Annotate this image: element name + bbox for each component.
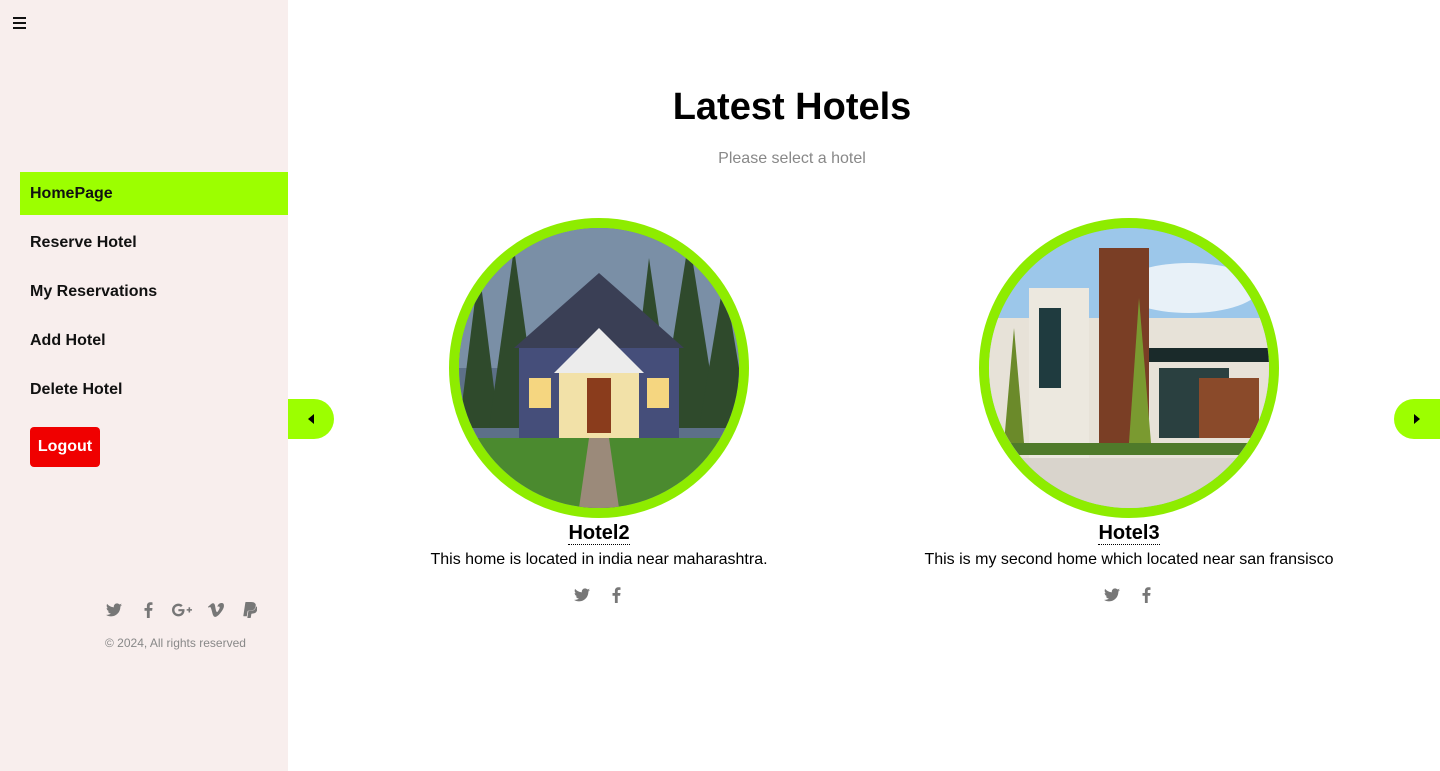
footer-social-links bbox=[104, 600, 260, 620]
logout-button[interactable]: Logout bbox=[30, 427, 100, 467]
main-content: Latest Hotels Please select a hotel Hote… bbox=[288, 0, 1440, 771]
carousel-prev-button[interactable] bbox=[288, 399, 334, 439]
twitter-icon[interactable] bbox=[104, 600, 124, 620]
sidebar-item-delete-hotel[interactable]: Delete Hotel bbox=[20, 368, 288, 411]
twitter-icon[interactable] bbox=[1102, 585, 1122, 605]
hotel-name-link[interactable]: Hotel3 bbox=[1098, 522, 1160, 545]
vimeo-icon[interactable] bbox=[206, 600, 226, 620]
facebook-icon[interactable] bbox=[606, 585, 626, 605]
google-plus-icon[interactable] bbox=[172, 600, 192, 620]
hotel-image[interactable] bbox=[449, 218, 749, 518]
sidebar: HomePage Reserve Hotel My Reservations A… bbox=[0, 0, 288, 771]
hamburger-menu-icon[interactable] bbox=[12, 14, 30, 32]
sidebar-item-add-hotel[interactable]: Add Hotel bbox=[20, 319, 288, 362]
sidebar-nav: HomePage Reserve Hotel My Reservations A… bbox=[20, 172, 288, 417]
caret-left-icon bbox=[308, 414, 314, 424]
hotel-description: This is my second home which located nea… bbox=[924, 551, 1334, 568]
hotel-social-links bbox=[379, 585, 819, 605]
paypal-icon[interactable] bbox=[240, 600, 260, 620]
carousel-next-button[interactable] bbox=[1394, 399, 1440, 439]
page-subtitle: Please select a hotel bbox=[718, 150, 866, 167]
page-title: Latest Hotels bbox=[672, 86, 912, 128]
facebook-icon[interactable] bbox=[1136, 585, 1156, 605]
sidebar-item-my-reservations[interactable]: My Reservations bbox=[20, 270, 288, 313]
sidebar-item-homepage[interactable]: HomePage bbox=[20, 172, 288, 215]
sidebar-item-reserve-hotel[interactable]: Reserve Hotel bbox=[20, 221, 288, 264]
caret-right-icon bbox=[1414, 414, 1420, 424]
hotel-card: Hotel3 This is my second home which loca… bbox=[909, 218, 1349, 605]
copyright-text: © 2024, All rights reserved bbox=[105, 636, 246, 650]
twitter-icon[interactable] bbox=[572, 585, 592, 605]
hotel-description: This home is located in india near mahar… bbox=[430, 551, 768, 568]
app-root: HomePage Reserve Hotel My Reservations A… bbox=[0, 0, 1440, 771]
hotel-social-links bbox=[909, 585, 1349, 605]
hotel-card: Hotel2 This home is located in india nea… bbox=[379, 218, 819, 605]
hotel-image[interactable] bbox=[979, 218, 1279, 518]
hotel-name-link[interactable]: Hotel2 bbox=[568, 522, 630, 545]
facebook-icon[interactable] bbox=[138, 600, 158, 620]
